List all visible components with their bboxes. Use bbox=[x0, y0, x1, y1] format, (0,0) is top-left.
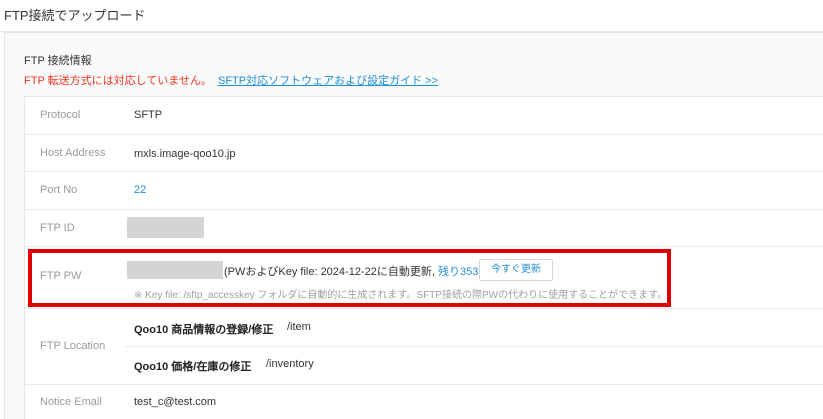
ftp-pw-masked-value bbox=[127, 261, 223, 279]
location-item-name: Qoo10 商品情報の登録/修正 bbox=[134, 324, 274, 336]
row-divider bbox=[25, 246, 823, 247]
ftp-warning: FTP 転送方式には対応していません。 SFTP対応ソフトウェアおよび設定ガイド … bbox=[24, 72, 438, 88]
warning-text: FTP 転送方式には対応していません。 bbox=[24, 75, 212, 87]
ftp-id-masked-value bbox=[127, 217, 204, 238]
row-divider bbox=[25, 308, 823, 309]
row-divider bbox=[25, 384, 823, 385]
sftp-guide-link[interactable]: SFTP対応ソフトウェアおよび設定ガイド >> bbox=[218, 75, 438, 87]
location-item-name: Qoo10 価格/在庫の修正 bbox=[134, 361, 252, 373]
row-divider bbox=[25, 209, 823, 210]
pw-update-note: (PWおよびKey file: 2024-12-22に自動更新, 残り353日) bbox=[224, 263, 493, 279]
pw-update-prefix: (PWおよびKey file: 2024-12-22に自動更新, bbox=[224, 266, 435, 278]
page-title: FTP接続でアップロード bbox=[4, 8, 146, 23]
host-address-label: Host Address bbox=[40, 147, 106, 159]
notice-email-label: Notice Email bbox=[40, 396, 102, 408]
port-label: Port No bbox=[40, 184, 78, 196]
ftp-id-label: FTP ID bbox=[40, 222, 75, 234]
ftp-location-label: FTP Location bbox=[40, 340, 106, 352]
row-divider bbox=[125, 346, 823, 347]
section-title: FTP 接続情報 bbox=[24, 55, 92, 67]
ftp-pw-label: FTP PW bbox=[40, 270, 82, 282]
port-value: 22 bbox=[134, 184, 147, 196]
notice-email-value: test_c@test.com bbox=[134, 396, 217, 408]
host-address-value: mxls.image-qoo10.jp bbox=[134, 148, 236, 160]
location-item-path: /item bbox=[287, 321, 311, 333]
protocol-label: Protocol bbox=[40, 109, 81, 121]
renew-now-button[interactable]: 今すぐ更新 bbox=[479, 259, 553, 281]
row-divider bbox=[25, 171, 823, 172]
location-item-path: /inventory bbox=[266, 358, 314, 370]
protocol-value: SFTP bbox=[134, 109, 163, 121]
key-file-help: ※ Key file: /sftp_accesskey フォルダに自動的に生成さ… bbox=[134, 290, 668, 301]
row-divider bbox=[25, 134, 823, 135]
